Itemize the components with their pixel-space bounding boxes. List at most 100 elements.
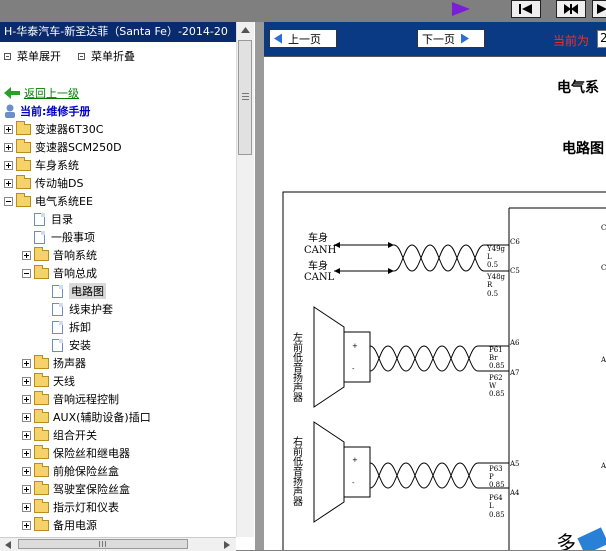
- horizontal-scroll-thumb[interactable]: [18, 539, 188, 549]
- tree-item[interactable]: 音响系统: [22, 246, 97, 264]
- scroll-left-icon[interactable]: [5, 541, 11, 549]
- plus-terminal: +: [352, 342, 358, 350]
- tree-item[interactable]: 指示灯和仪表: [22, 498, 119, 516]
- previous-page-button[interactable]: 上一页: [269, 29, 337, 48]
- grip-icon: [99, 541, 106, 547]
- double-step-button[interactable]: [556, 0, 586, 18]
- expand-toggle-icon[interactable]: [4, 142, 13, 152]
- folder-icon: [34, 426, 49, 441]
- collapse-toggle-icon[interactable]: [22, 268, 31, 278]
- scroll-up-icon[interactable]: [241, 27, 250, 33]
- folder-icon: [34, 516, 49, 531]
- wire-color: L: [487, 253, 492, 261]
- expand-toggle-icon[interactable]: [22, 430, 31, 440]
- tree-vertical-scrollbar[interactable]: [236, 22, 254, 537]
- wire-color: Br: [489, 354, 498, 362]
- expand-toggle-icon[interactable]: [22, 466, 31, 476]
- tree-item[interactable]: 传动轴DS: [4, 174, 83, 192]
- tree-item[interactable]: AUX(辅助设备)插口: [22, 408, 151, 426]
- right-speaker-label: 右前低音扬声器: [291, 435, 303, 507]
- document-title-bar: H-华泰汽车-新圣达菲（Santa Fe）-2014-20: [0, 22, 236, 42]
- expand-toggle-icon[interactable]: [22, 448, 31, 458]
- pin-mark: A: [600, 462, 606, 470]
- arrow-head-icon: [388, 268, 394, 274]
- scroll-right-icon[interactable]: [224, 541, 230, 549]
- previous-frame-button[interactable]: [511, 0, 541, 18]
- tree-item[interactable]: 安装: [52, 336, 91, 354]
- document-icon: [52, 320, 63, 334]
- minus-terminal: -: [352, 365, 355, 373]
- step-back-icon: [519, 4, 532, 14]
- collapse-toggle-icon[interactable]: [4, 196, 13, 206]
- folder-icon: [34, 390, 49, 405]
- expand-toggle-icon[interactable]: [22, 358, 31, 368]
- folder-icon: [34, 480, 49, 495]
- expand-toggle-icon[interactable]: [22, 376, 31, 386]
- pin-label: A5: [509, 460, 520, 468]
- tree-item[interactable]: 扬声器: [22, 354, 86, 372]
- folder-icon: [34, 462, 49, 477]
- twisted-pair-wire: [369, 462, 479, 489]
- tree-item[interactable]: 变速器SCM250D: [4, 138, 122, 156]
- folder-icon: [34, 372, 49, 387]
- expand-icon: [4, 52, 11, 60]
- tree-item[interactable]: 线束护套: [52, 300, 113, 318]
- tree-item[interactable]: 组合开关: [22, 426, 97, 444]
- collapse-icon: [78, 52, 85, 60]
- vertical-scroll-thumb[interactable]: [238, 40, 252, 155]
- expand-toggle-icon[interactable]: [4, 160, 13, 170]
- expand-toggle-icon[interactable]: [4, 124, 13, 134]
- tree-item[interactable]: 一般事项: [34, 228, 95, 246]
- tree-item[interactable]: 电气系统EE: [4, 192, 93, 210]
- step-forward-icon: [597, 4, 606, 14]
- next-frame-button[interactable]: [592, 0, 606, 18]
- expand-toggle-icon[interactable]: [22, 250, 31, 260]
- menu-collapse-button[interactable]: 菜单折叠: [78, 48, 135, 64]
- tree-item[interactable]: 车身系统: [4, 156, 79, 174]
- tree-item[interactable]: 目录: [34, 210, 73, 228]
- watermark-logo-icon: [577, 527, 606, 550]
- tree-item-selected[interactable]: 电路图: [52, 282, 106, 300]
- left-speaker-magnet: [343, 331, 371, 383]
- wiring-diagram: 车身 CANH 车身 CANL Y49g L 0.5 Y48g R 0.5 C6…: [282, 191, 606, 550]
- tree-item[interactable]: 保险丝和继电器: [22, 444, 130, 462]
- tree-item[interactable]: 前舱保险丝盒: [22, 462, 119, 480]
- left-tree-panel: H-华泰汽车-新圣达菲（Santa Fe）-2014-20 菜单展开 菜单折叠 …: [0, 22, 255, 551]
- tree-item[interactable]: 天线: [22, 372, 75, 390]
- expand-toggle-icon[interactable]: [22, 502, 31, 512]
- expand-toggle-icon[interactable]: [22, 412, 31, 422]
- pin-label: C5: [510, 267, 520, 275]
- wire-code: P63: [489, 465, 503, 473]
- folder-icon: [34, 408, 49, 423]
- play-arrow-icon[interactable]: [452, 2, 470, 16]
- open-folder-icon: [34, 264, 49, 279]
- pin-label: A7: [509, 369, 520, 377]
- tree-item[interactable]: 备用电源: [22, 516, 97, 534]
- next-page-button[interactable]: 下一页: [417, 29, 485, 48]
- wire-code: Y48g: [486, 273, 506, 281]
- expand-toggle-icon[interactable]: [4, 178, 13, 188]
- folder-icon: [34, 498, 49, 513]
- can-h-label-1: 车身: [308, 231, 328, 244]
- arrow-right-icon: [461, 33, 469, 44]
- expand-toggle-icon[interactable]: [22, 394, 31, 404]
- folder-icon: [16, 120, 31, 135]
- menu-expand-button[interactable]: 菜单展开: [4, 48, 61, 64]
- plus-terminal: +: [352, 456, 358, 464]
- wire-color: W: [489, 382, 497, 390]
- twisted-pair-wire: [369, 345, 479, 372]
- expand-toggle-icon[interactable]: [22, 520, 31, 530]
- expand-toggle-icon[interactable]: [22, 484, 31, 494]
- page-number-input[interactable]: 2: [597, 30, 606, 48]
- back-link[interactable]: 返回上一级: [4, 84, 79, 102]
- tree-item[interactable]: 音响远程控制: [22, 390, 119, 408]
- tree-item[interactable]: 驾驶室保险丝盒: [22, 480, 130, 498]
- panel-splitter[interactable]: [255, 22, 264, 550]
- tree-item[interactable]: 拆卸: [52, 318, 91, 336]
- tree-item[interactable]: 音响总成: [22, 264, 97, 282]
- tree-item[interactable]: 变速器6T30C: [4, 120, 103, 138]
- tree-horizontal-scrollbar[interactable]: [0, 537, 236, 551]
- folder-icon: [16, 156, 31, 171]
- pin-label: A4: [509, 489, 520, 497]
- user-icon: [5, 104, 15, 118]
